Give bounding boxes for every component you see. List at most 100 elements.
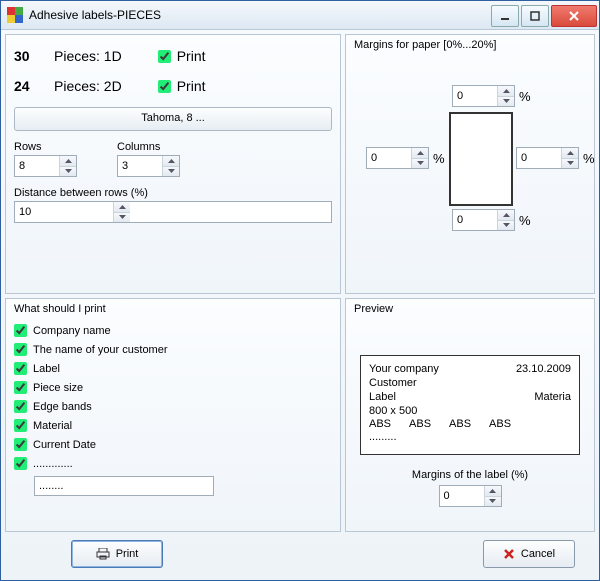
margin-bottom-up[interactable] [498,210,514,220]
preview-material: Materia [534,390,571,404]
app-icon [7,7,23,23]
pct-label: % [583,151,595,166]
distance-label: Distance between rows (%) [14,187,332,199]
dialog-buttons: Print Cancel [5,532,595,576]
print-1d-text: Print [177,48,206,64]
cancel-button[interactable]: Cancel [483,540,575,568]
cancel-button-label: Cancel [521,548,555,560]
cols-input[interactable] [118,156,162,176]
distance-input[interactable] [15,202,113,222]
chk-label: ............. [33,458,73,470]
chk-label[interactable]: Label [14,359,332,378]
chk-piece-size[interactable]: Piece size [14,378,332,397]
client-area: 30 Pieces: 1D Print 24 Pieces: 2D Print [1,30,599,580]
chk-company-name[interactable]: Company name [14,321,332,340]
preview-date: 23.10.2009 [516,362,571,376]
margin-right-input[interactable] [517,148,561,168]
margin-right-up[interactable] [562,148,578,158]
margins-diagram: % % % [354,57,586,257]
distance-down[interactable] [114,212,130,223]
print-button[interactable]: Print [71,540,163,568]
margin-top-down[interactable] [498,96,514,107]
margin-top-input[interactable] [453,86,497,106]
rows-up[interactable] [60,156,76,166]
pieces-2d-count: 24 [14,78,42,94]
pieces-1d-count: 30 [14,48,42,64]
margin-left-down[interactable] [412,158,428,169]
print-2d-checkbox[interactable]: Print [158,75,206,97]
chk-label: Edge bands [33,401,92,413]
margin-right-spinner[interactable] [516,147,579,169]
pieces-2d-row: 24 Pieces: 2D Print [14,71,332,101]
print-what-header: What should I print [14,303,332,315]
cols-up[interactable] [163,156,179,166]
maximize-button[interactable] [521,5,549,27]
margin-top-spinner[interactable] [452,85,515,107]
titlebar: Adhesive labels-PIECES [1,1,599,30]
margins-header: Margins for paper [0%...20%] [354,39,586,51]
rows-spinner[interactable] [14,155,77,177]
chk-label: Label [33,363,60,375]
minimize-button[interactable] [491,5,519,27]
paper-rect-icon [449,112,513,206]
chk-label: Current Date [33,439,96,451]
preview-panel: Preview Your company23.10.2009 Customer … [345,298,595,532]
label-margins-header: Margins of the label (%) [354,469,586,481]
extra-text-input[interactable] [34,476,214,496]
window-buttons [491,5,597,25]
margin-top-up[interactable] [498,86,514,96]
label-margins-spinner[interactable] [439,485,502,507]
pieces-1d-row: 30 Pieces: 1D Print [14,41,332,71]
chk-label: Piece size [33,382,83,394]
distance-spinner[interactable] [14,201,332,223]
cancel-icon [503,548,515,560]
preview-box: Your company23.10.2009 Customer LabelMat… [360,355,580,455]
pct-label: % [519,213,531,228]
print-2d-text: Print [177,78,206,94]
chk-label: The name of your customer [33,344,168,356]
rows-label: Rows [14,141,77,153]
print-2d-input[interactable] [158,80,171,93]
dialog-window: Adhesive labels-PIECES 30 Pieces: 1D [0,0,600,581]
pct-label: % [519,89,531,104]
chk-material[interactable]: Material [14,416,332,435]
chk-edge-bands[interactable]: Edge bands [14,397,332,416]
pieces-panel: 30 Pieces: 1D Print 24 Pieces: 2D Print [5,34,341,294]
preview-header: Preview [354,303,586,315]
font-button[interactable]: Tahoma, 8 ... [14,107,332,131]
preview-abs: ABS [369,418,391,430]
chk-extra-box[interactable] [14,457,27,470]
print-1d-checkbox[interactable]: Print [158,45,206,67]
cols-spinner[interactable] [117,155,180,177]
chk-current-date[interactable]: Current Date [14,435,332,454]
preview-company: Your company [369,362,439,376]
rows-down[interactable] [60,166,76,177]
margin-bottom-input[interactable] [453,210,497,230]
distance-field: Distance between rows (%) [14,187,332,223]
margin-left-spinner[interactable] [366,147,429,169]
margin-bottom-down[interactable] [498,220,514,231]
label-margins-input[interactable] [440,486,484,506]
chk-customer-name[interactable]: The name of your customer [14,340,332,359]
label-margins-up[interactable] [485,486,501,496]
preview-dots: ......... [369,430,397,444]
rows-input[interactable] [15,156,59,176]
margin-bottom-spinner[interactable] [452,209,515,231]
pieces-2d-label: Pieces: 2D [54,78,122,94]
margins-panel: Margins for paper [0%...20%] % [345,34,595,294]
label-margins-field: Margins of the label (%) [354,469,586,507]
margin-right-down[interactable] [562,158,578,169]
print-button-label: Print [116,548,139,560]
preview-size: 800 x 500 [369,404,417,418]
margin-left-input[interactable] [367,148,411,168]
pct-label: % [433,151,445,166]
preview-label: Label [369,390,396,404]
window-title: Adhesive labels-PIECES [29,8,491,22]
cols-down[interactable] [163,166,179,177]
distance-up[interactable] [114,202,130,212]
close-button[interactable] [551,5,597,27]
chk-label: Material [33,420,72,432]
print-1d-input[interactable] [158,50,171,63]
label-margins-down[interactable] [485,496,501,507]
margin-left-up[interactable] [412,148,428,158]
